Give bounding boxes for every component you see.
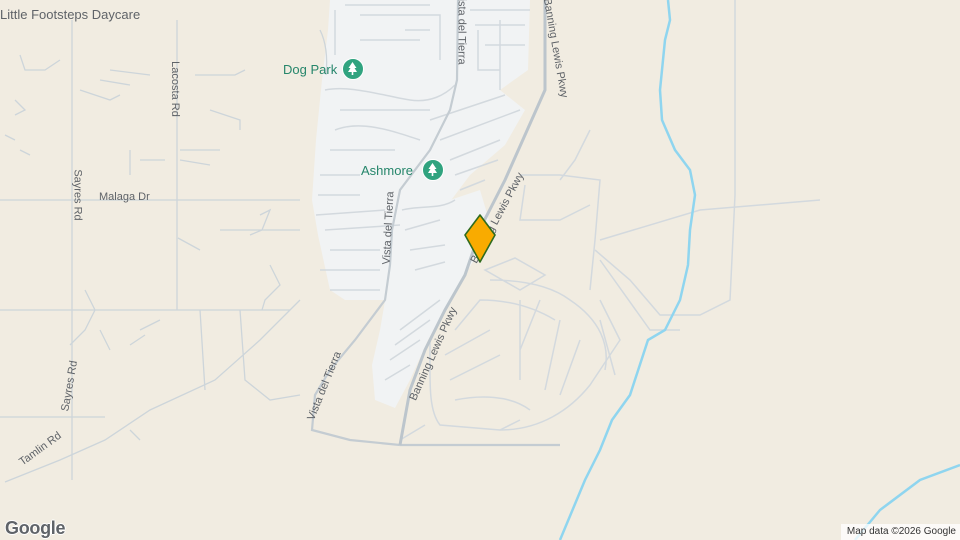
street-label-sayres-rd-upper: Sayres Rd xyxy=(71,169,84,221)
street-label-lacosta-rd: Lacosta Rd xyxy=(168,61,181,117)
street-label-vista-del-tierra-top: Vista del Tierra xyxy=(455,0,468,65)
place-label-dog-park[interactable]: Dog Park xyxy=(283,63,337,77)
place-label-ashmore[interactable]: Ashmore xyxy=(361,164,413,178)
google-logo[interactable]: Google xyxy=(5,518,66,539)
location-pin-icon[interactable] xyxy=(462,212,498,271)
map-canvas[interactable]: Lacosta Rd Malaga Dr Sayres Rd Sayres Rd… xyxy=(0,0,960,540)
tree-icon[interactable] xyxy=(342,58,364,80)
street-label-malaga-dr: Malaga Dr xyxy=(99,191,150,203)
tree-icon[interactable] xyxy=(422,159,444,181)
map-attribution[interactable]: Map data ©2026 Google xyxy=(840,524,960,540)
place-label-daycare[interactable]: Little Footsteps Daycare xyxy=(0,7,140,22)
